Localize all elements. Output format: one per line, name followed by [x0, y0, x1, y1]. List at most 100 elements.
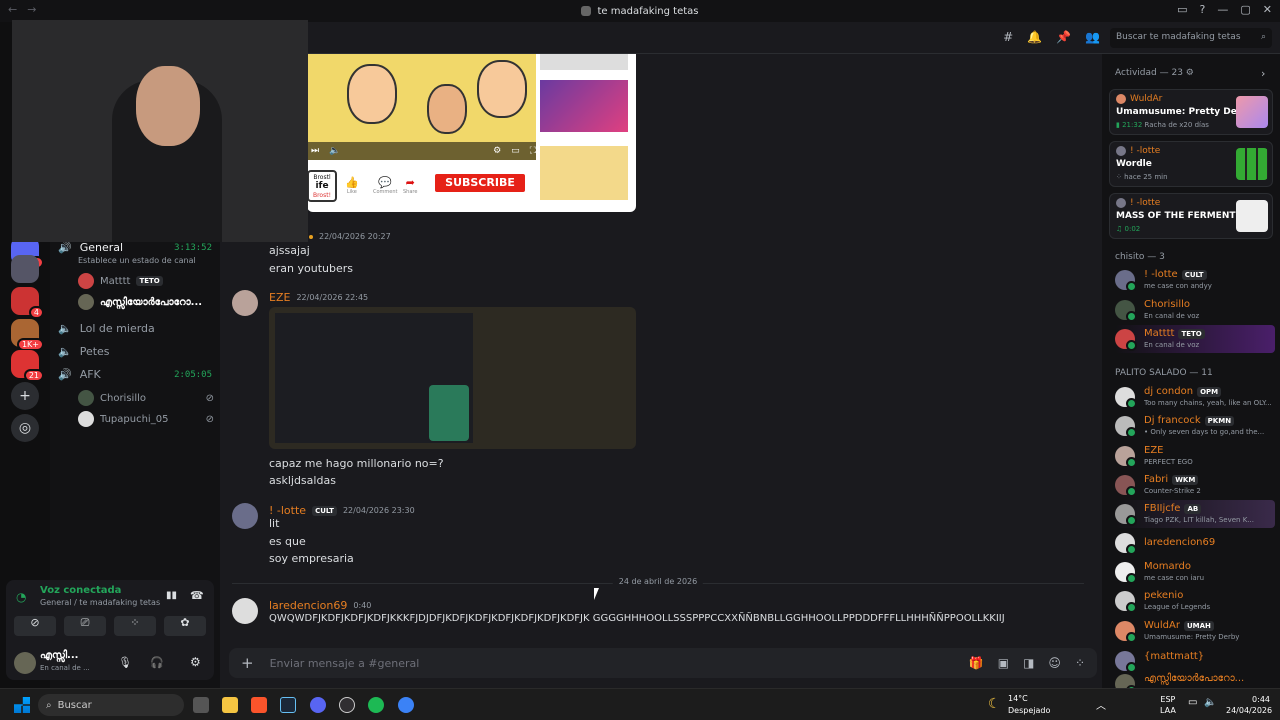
task-view-icon[interactable]: [193, 697, 209, 713]
activity-card[interactable]: ! -lotte MASS OF THE FERMENTI... ♫ 0:02: [1109, 193, 1273, 239]
voice-channel-petes[interactable]: 🔈 Petes: [58, 345, 212, 358]
image-attachment[interactable]: [269, 307, 636, 449]
voice-user[interactable]: Tupapuchi_05 ⊘: [78, 411, 214, 427]
apps-icon[interactable]: ⁘: [1075, 656, 1085, 670]
avatar[interactable]: [232, 290, 258, 316]
member-item[interactable]: WuldAr UMAH Umamusume: Pretty Derby: [1115, 617, 1275, 645]
member-item[interactable]: Dj francock PKMN • Only seven days to go,a…: [1115, 412, 1275, 440]
network-icon[interactable]: ▭: [1188, 697, 1197, 708]
suggested-video[interactable]: [540, 54, 628, 70]
gift-icon[interactable]: 🎁: [969, 656, 984, 670]
search-input[interactable]: Buscar te madafaking tetas ⌕: [1110, 28, 1272, 48]
spotify-icon[interactable]: [368, 697, 384, 713]
emoji-icon[interactable]: ☺: [1048, 656, 1061, 670]
inbox-icon[interactable]: ▭: [1177, 3, 1187, 16]
voice-channel-afk[interactable]: 🔊 AFK 2:05:05: [58, 368, 212, 381]
avatar[interactable]: [232, 503, 258, 529]
voice-channel-path[interactable]: General / te madafaking tetas: [40, 598, 160, 607]
server-item[interactable]: 1K+: [11, 319, 44, 351]
subtitles-icon[interactable]: ▭: [511, 146, 520, 156]
members-icon[interactable]: 👥: [1085, 30, 1100, 44]
tray-chevron-icon[interactable]: ︿: [1096, 697, 1106, 712]
voice-user[interactable]: Matttt TETO: [78, 273, 214, 289]
comment-button[interactable]: 💬 Comment: [373, 176, 398, 195]
threads-icon[interactable]: #: [1003, 30, 1013, 44]
mic-icon[interactable]: 🎙: [118, 656, 132, 669]
channel-status[interactable]: Establece un estado de canal: [78, 256, 196, 265]
disconnect-icon[interactable]: ☎: [190, 589, 204, 602]
share-button[interactable]: ➦ Share: [403, 176, 417, 195]
camera-button[interactable]: ⊘: [14, 616, 56, 636]
screenshare-button[interactable]: ⎚: [64, 616, 106, 636]
avatar[interactable]: [232, 598, 258, 624]
windows-start-icon[interactable]: [14, 697, 30, 713]
member-item[interactable]: FBIIjcfe AB Tiago PZK, LIT killah, Seven K…: [1115, 500, 1275, 528]
server-item[interactable]: 21: [11, 350, 44, 382]
settings-icon[interactable]: ⚙: [493, 146, 501, 156]
member-item[interactable]: laredencion69: [1115, 529, 1275, 557]
volume-icon[interactable]: 🔈: [329, 146, 340, 156]
member-item[interactable]: Fabri WKM Counter-Strike 2: [1115, 471, 1275, 499]
activity-card[interactable]: ! -lotte Wordle ⁘ hace 25 min: [1109, 141, 1273, 187]
like-button[interactable]: 👍 Like: [345, 176, 359, 195]
voice-user[interactable]: Chorisillo ⊘: [78, 390, 214, 406]
obs-icon[interactable]: [339, 697, 355, 713]
member-status: En canal de voz: [1144, 341, 1200, 349]
suggested-video[interactable]: [540, 146, 628, 200]
forward-icon[interactable]: →: [27, 3, 36, 16]
minimize-button[interactable]: —: [1217, 3, 1228, 16]
user-tag: PKMN: [1204, 415, 1235, 426]
message-author[interactable]: EZE: [269, 291, 290, 304]
pin-icon[interactable]: 📌: [1056, 30, 1071, 44]
bell-icon[interactable]: 🔔: [1027, 30, 1042, 44]
taskbar-search[interactable]: ⌕ Buscar: [38, 694, 184, 716]
settings-icon[interactable]: ⚙: [190, 655, 201, 669]
server-item[interactable]: 4: [11, 287, 44, 319]
volume-icon[interactable]: 🔈: [1204, 697, 1216, 708]
close-button[interactable]: ✕: [1263, 3, 1272, 16]
user-avatar[interactable]: [14, 652, 36, 674]
voice-user[interactable]: എസ്സിയോർപോറോ...: [78, 294, 214, 310]
gif-icon[interactable]: ▣: [998, 656, 1009, 670]
server-item[interactable]: [11, 255, 39, 283]
activity-button[interactable]: ⁘: [114, 616, 156, 636]
explore-button[interactable]: ◎: [11, 414, 39, 442]
voice-channel-lol[interactable]: 🔈 Lol de mierda: [58, 322, 212, 335]
sticker-icon[interactable]: ◨: [1023, 656, 1034, 670]
discord-icon[interactable]: [310, 697, 326, 713]
suggested-video[interactable]: [540, 80, 628, 132]
soundboard-button[interactable]: ✿: [164, 616, 206, 636]
webcam-overlay: [12, 20, 308, 242]
chevron-right-icon[interactable]: ›: [1261, 67, 1265, 80]
steam-icon[interactable]: [280, 697, 296, 713]
activity-user: WuldAr: [1130, 94, 1163, 104]
member-item[interactable]: Chorisillo En canal de voz: [1115, 296, 1275, 324]
voice-channel-general[interactable]: 🔊 General 3:13:52: [58, 241, 212, 254]
member-item[interactable]: Momardo me case con iaru: [1115, 558, 1275, 586]
message-composer[interactable]: + Enviar mensaje a #general 🎁 ▣ ◨ ☺ ⁘: [229, 648, 1097, 678]
member-item[interactable]: Matttt TETO En canal de voz: [1115, 325, 1275, 353]
member-item[interactable]: എസ്സിയോർപോറോ...: [1115, 670, 1275, 688]
help-icon[interactable]: ?: [1200, 3, 1206, 16]
fullscreen-icon[interactable]: ⛶: [530, 146, 536, 156]
video-embed[interactable]: ⏭ 🔈 ⚙ ▭ ⛶ Brostl ife Brost! 👍 Like 💬 Comment …: [307, 54, 636, 212]
back-icon[interactable]: ←: [8, 3, 17, 16]
member-item[interactable]: pekenio League of Legends: [1115, 587, 1275, 615]
member-item[interactable]: dj condon OPM Too many chains, yeah, like …: [1115, 383, 1275, 411]
skip-icon[interactable]: ⏭: [311, 146, 319, 156]
activity-card[interactable]: WuldAr Umamusume: Pretty Derby ▮ 21:32 R…: [1109, 89, 1273, 135]
maximize-button[interactable]: ▢: [1240, 3, 1250, 16]
clock[interactable]: 0:44 24/04/2026: [1226, 694, 1272, 716]
brave-icon[interactable]: [251, 697, 267, 713]
language-indicator[interactable]: ESP LAA: [1160, 694, 1176, 716]
file-explorer-icon[interactable]: [222, 697, 238, 713]
member-item[interactable]: EZE PERFECT EGO: [1115, 442, 1275, 470]
add-server-button[interactable]: +: [11, 382, 39, 410]
member-item[interactable]: ! -lotte CULT me case con andyy: [1115, 266, 1275, 294]
app-icon[interactable]: [398, 697, 414, 713]
add-attachment-icon[interactable]: +: [241, 654, 254, 672]
soundboard-icon[interactable]: ▮▮: [166, 590, 177, 601]
headphones-icon[interactable]: 🎧: [150, 656, 164, 669]
subscribe-button[interactable]: SUBSCRIBE: [435, 174, 525, 192]
gear-icon[interactable]: ⚙: [1186, 68, 1194, 78]
